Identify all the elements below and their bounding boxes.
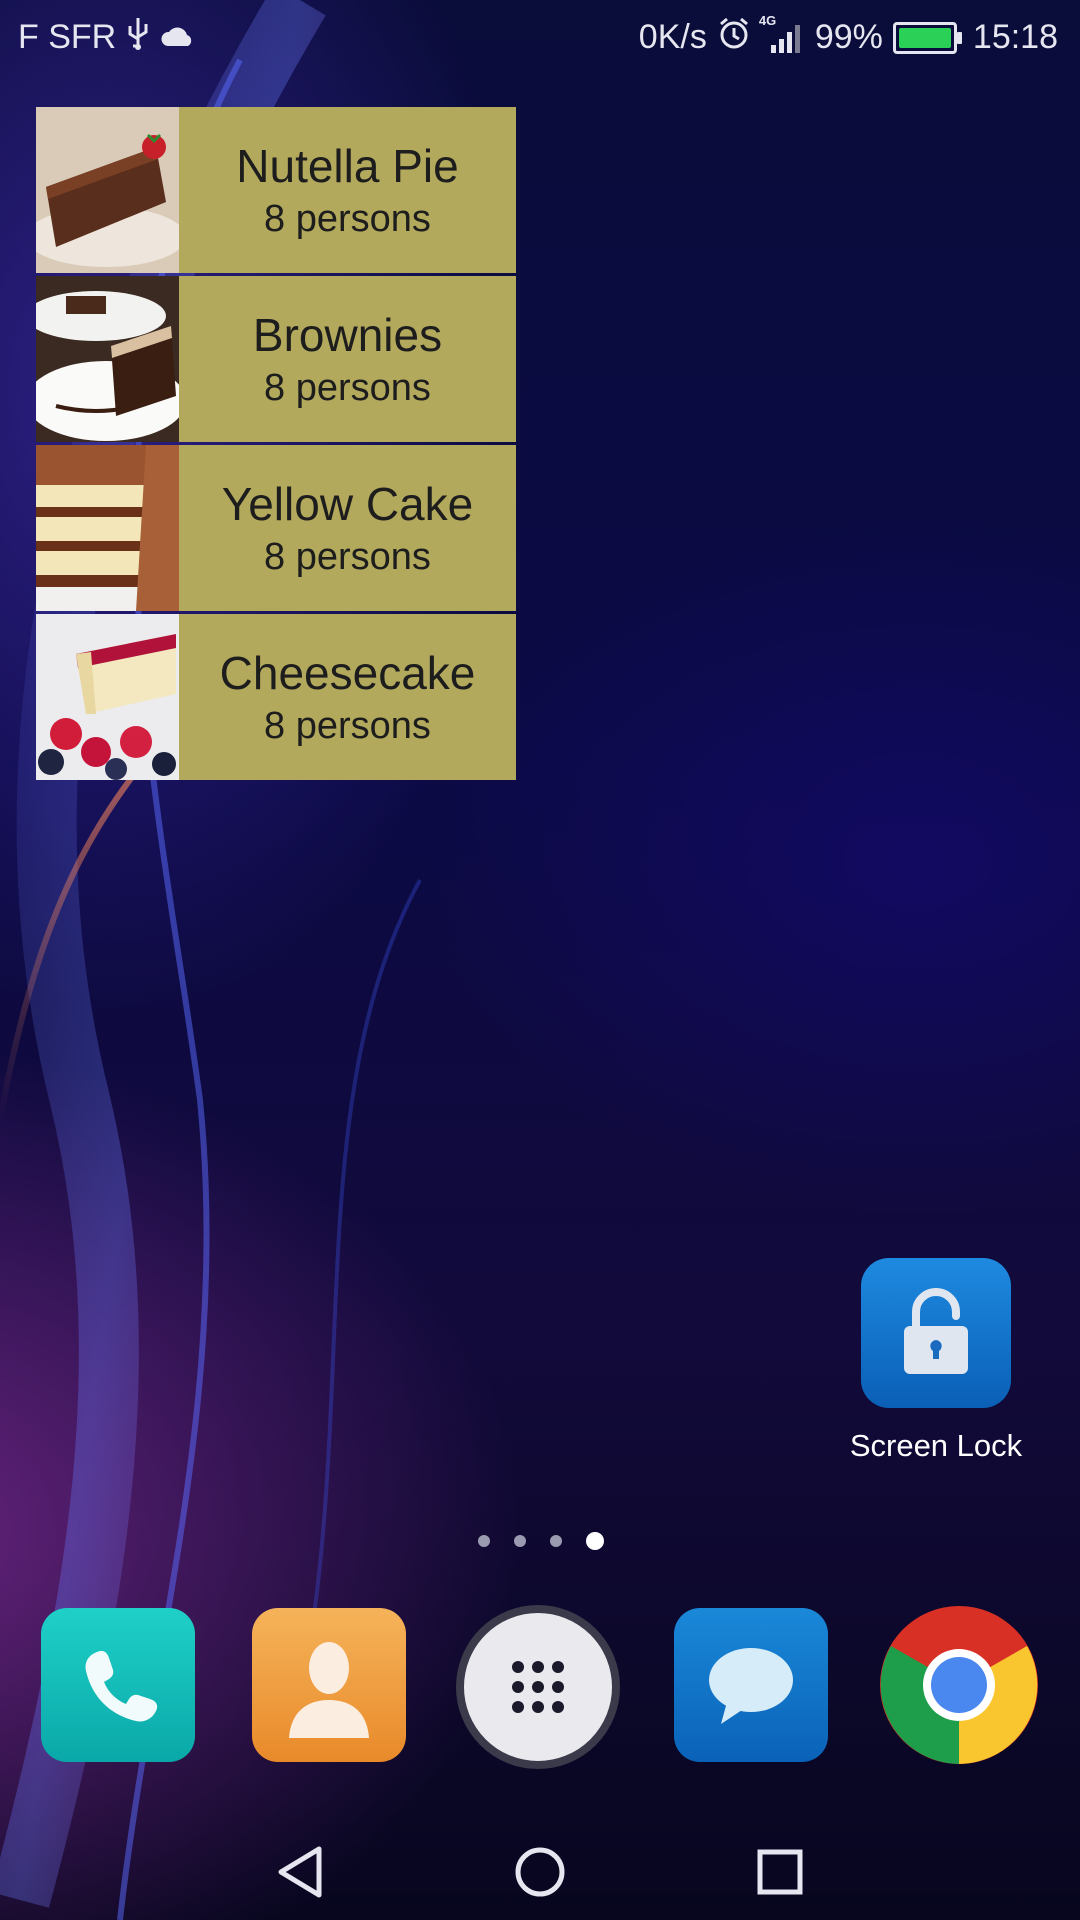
phone-icon[interactable] [41, 1608, 195, 1762]
contacts-icon[interactable] [252, 1608, 406, 1762]
page-dot-active[interactable] [586, 1532, 604, 1550]
page-dot[interactable] [514, 1535, 526, 1547]
app-drawer-icon[interactable] [456, 1605, 620, 1769]
usb-icon [124, 16, 152, 59]
back-icon[interactable] [270, 1842, 330, 1902]
chocolate-cake-slice-icon [36, 107, 179, 273]
net-speed-label: 0K/s [638, 18, 707, 56]
page-dot[interactable] [478, 1535, 490, 1547]
battery-icon [892, 21, 962, 54]
chrome-icon[interactable] [880, 1606, 1038, 1764]
recipe-name: Nutella Pie [236, 140, 459, 192]
network-type-label: 4G [758, 12, 777, 28]
layer-cake-icon [36, 445, 179, 611]
clock: 15:18 [972, 18, 1058, 56]
screen-lock-app[interactable]: Screen Lock [846, 1258, 1026, 1464]
cheesecake-berries-icon [36, 614, 179, 780]
recipe-card: Brownies 8 persons [179, 276, 516, 442]
carrier-label: F SFR [18, 18, 117, 56]
recipe-servings: 8 persons [264, 705, 431, 747]
recipe-row[interactable]: Cheesecake 8 persons [36, 614, 516, 780]
recipes-widget: Nutella Pie 8 persons Brownies 8 persons [36, 107, 516, 783]
recents-icon[interactable] [750, 1842, 810, 1902]
brownie-plate-icon [36, 276, 179, 442]
home-icon[interactable] [510, 1842, 570, 1902]
recipe-name: Cheesecake [219, 647, 476, 699]
page-dot[interactable] [550, 1535, 562, 1547]
recipe-row[interactable]: Yellow Cake 8 persons [36, 445, 516, 611]
padlock-icon [861, 1258, 1011, 1408]
recipe-card: Cheesecake 8 persons [179, 614, 516, 780]
recipe-servings: 8 persons [264, 367, 431, 409]
recipe-name: Yellow Cake [221, 478, 474, 530]
recipe-row[interactable]: Nutella Pie 8 persons [36, 107, 516, 273]
screen-lock-label: Screen Lock [849, 1428, 1023, 1463]
page-indicator [478, 1532, 604, 1550]
recipe-servings: 8 persons [264, 536, 431, 578]
recipe-servings: 8 persons [264, 198, 431, 240]
recipe-card: Yellow Cake 8 persons [179, 445, 516, 611]
recipe-name: Brownies [252, 309, 443, 361]
messages-icon[interactable] [674, 1608, 828, 1762]
dock [0, 1605, 1080, 1769]
navigation-bar [0, 1820, 1080, 1920]
alarm-icon [717, 16, 751, 59]
signal-icon: 4G [759, 13, 805, 53]
recipe-row[interactable]: Brownies 8 persons [36, 276, 516, 442]
battery-percent: 99% [814, 18, 883, 56]
status-bar: F SFR 0K/s 4G 99% 15:18 [0, 0, 1080, 72]
recipe-card: Nutella Pie 8 persons [179, 107, 516, 273]
cloud-icon [160, 18, 196, 57]
